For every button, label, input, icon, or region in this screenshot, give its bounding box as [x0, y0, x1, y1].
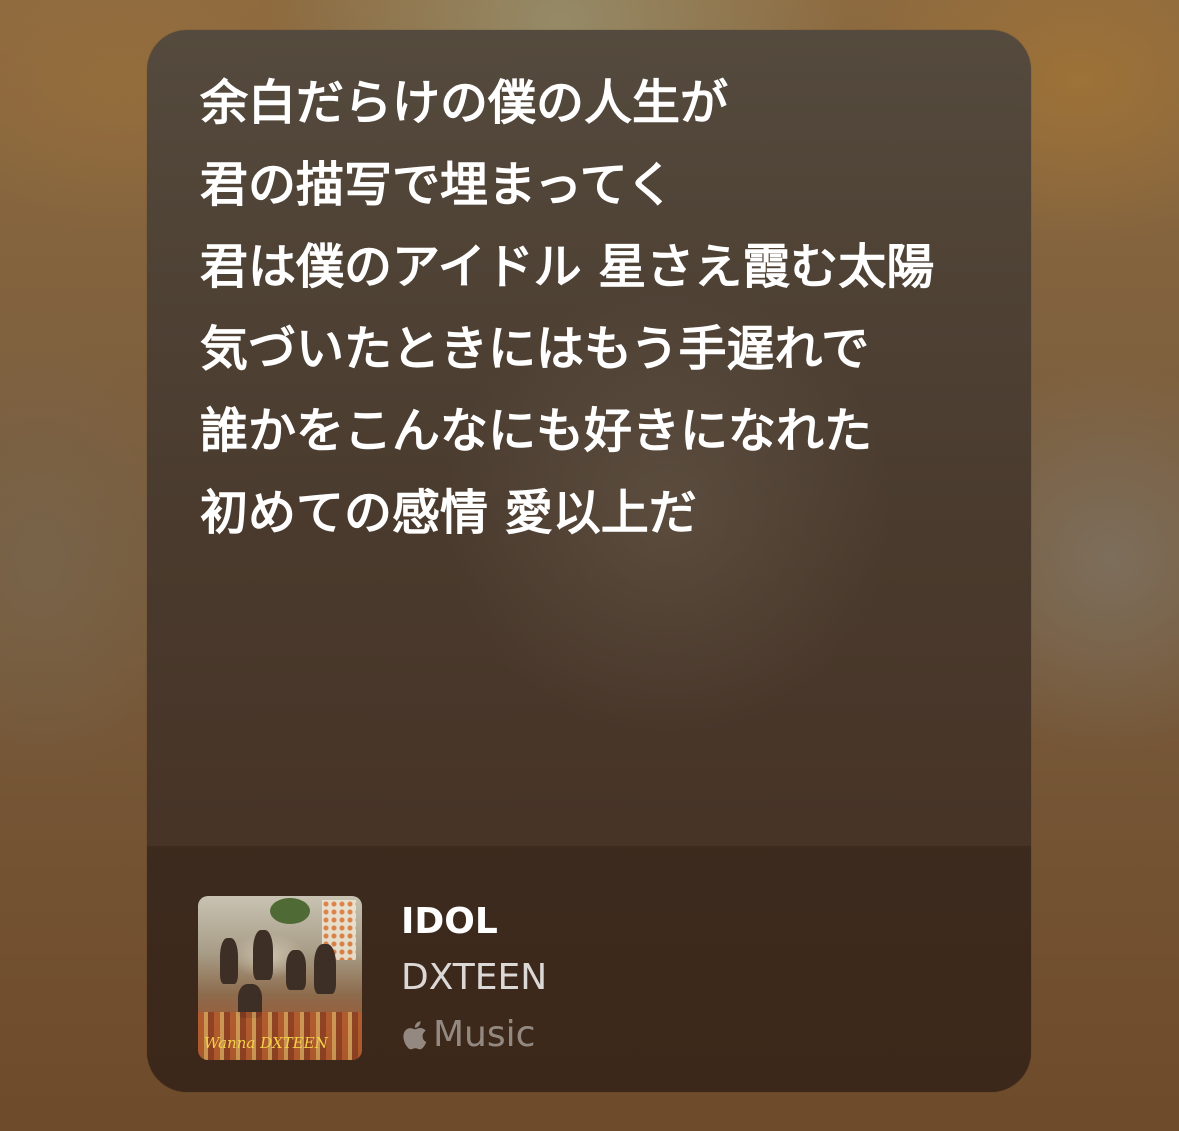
artwork-figure	[253, 930, 273, 980]
artwork-plant	[270, 898, 310, 924]
artwork-logo-text: Wanna DXTEEN	[204, 1034, 328, 1052]
artwork-figure	[314, 944, 336, 994]
lyric-line: 誰かをこんなにも好きになれた	[200, 403, 873, 459]
lyric-line: 気づいたときにはもう手遅れで	[200, 321, 870, 377]
lyric-line: 君は僕のアイドル 星さえ霞む太陽	[200, 239, 935, 295]
album-artwork[interactable]: Wanna DXTEEN	[198, 896, 362, 1060]
song-title[interactable]: IDOL	[401, 901, 498, 942]
lyric-line: 余白だらけの僕の人生が	[200, 75, 729, 131]
artist-name[interactable]: DXTEEN	[401, 957, 547, 998]
track-info-footer[interactable]: Wanna DXTEEN IDOL DXTEEN Music	[147, 846, 1031, 1092]
artwork-figure	[286, 950, 306, 990]
apple-logo-icon	[403, 1020, 427, 1049]
lyrics-block: 余白だらけの僕の人生が 君の描写で埋まってく 君は僕のアイドル 星さえ霞む太陽 …	[200, 70, 1000, 562]
lyric-line: 初めての感情 愛以上だ	[200, 485, 697, 541]
apple-music-badge[interactable]: Music	[401, 1014, 535, 1055]
lyric-line: 君の描写で埋まってく	[200, 157, 675, 213]
lyrics-share-card: 余白だらけの僕の人生が 君の描写で埋まってく 君は僕のアイドル 星さえ霞む太陽 …	[147, 30, 1031, 1092]
service-name: Music	[433, 1014, 536, 1055]
artwork-figure	[220, 938, 238, 984]
